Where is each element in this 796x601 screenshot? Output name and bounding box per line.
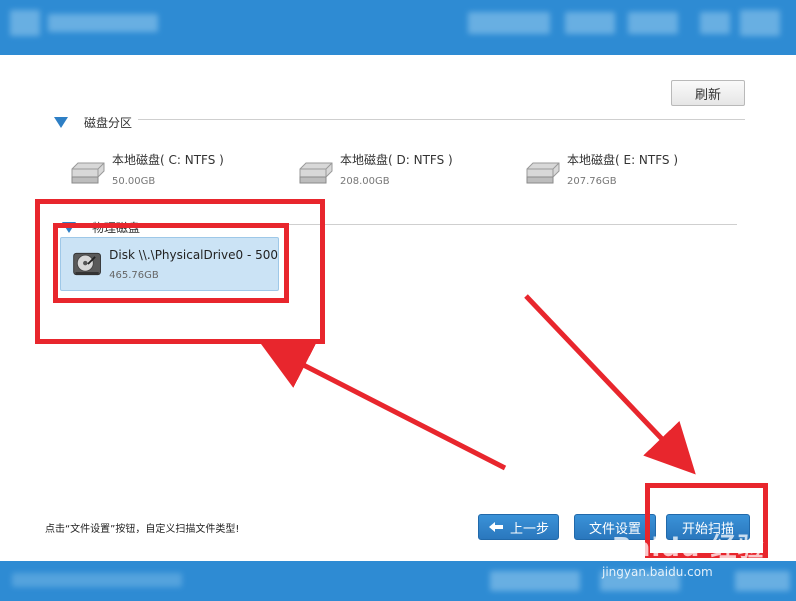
arrow-to-scan bbox=[524, 294, 696, 475]
annotation-arrows bbox=[260, 294, 696, 475]
arrow-to-disk bbox=[260, 342, 507, 471]
app-window: 刷新 磁盘分区 本地磁盘( C: NTFS ) 50.00GB 本地磁盘( D:… bbox=[0, 0, 796, 601]
watermark-logo: Baidu 经验 bbox=[612, 533, 765, 563]
watermark-url: jingyan.baidu.com bbox=[602, 565, 713, 579]
